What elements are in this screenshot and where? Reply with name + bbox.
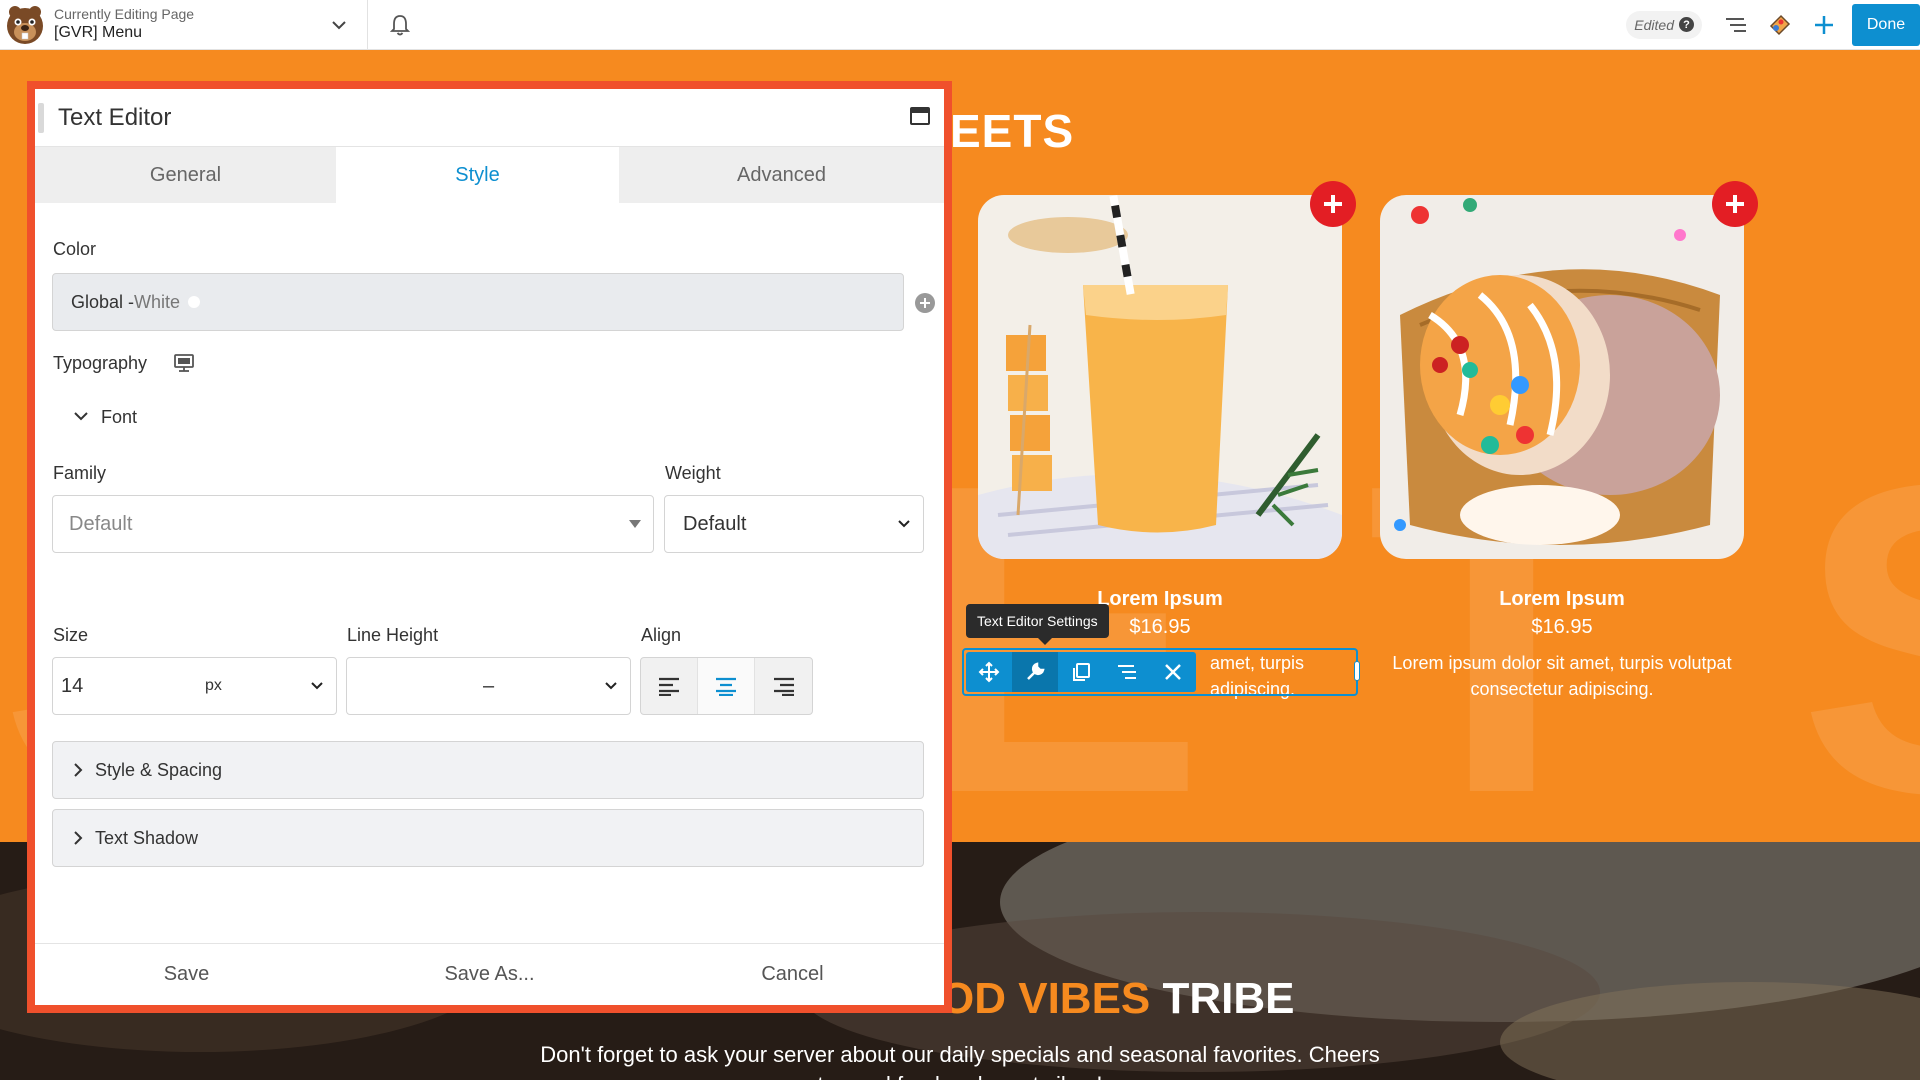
color-field[interactable]: Global - White <box>52 273 904 331</box>
add-content-plus-icon[interactable] <box>1802 3 1846 47</box>
add-color-plus-icon[interactable] <box>915 293 935 313</box>
chevron-down-icon[interactable] <box>73 409 89 427</box>
color-swatch <box>188 296 201 308</box>
card-2-name: Lorem Ipsum <box>1499 588 1625 610</box>
panel-tabs: General Style Advanced <box>35 147 944 203</box>
save-as-button[interactable]: Save As... <box>338 944 641 1005</box>
text-shadow-section[interactable]: Text Shadow <box>52 809 924 867</box>
align-right-icon[interactable] <box>755 658 812 714</box>
line-height-input[interactable]: – <box>346 657 631 715</box>
help-icon: ? <box>1679 17 1694 32</box>
ice-cream-image[interactable] <box>1380 195 1744 559</box>
align-center-icon[interactable] <box>698 658 755 714</box>
line-height-label: Line Height <box>347 625 439 645</box>
chevron-down-icon[interactable] <box>321 5 357 45</box>
font-family-select[interactable]: Default <box>52 495 654 553</box>
page-selector[interactable]: Currently Editing Page [GVR] Menu <box>0 0 368 50</box>
bell-icon[interactable] <box>382 5 418 45</box>
wrench-settings-icon[interactable] <box>1012 652 1058 692</box>
text-align-group <box>640 657 813 715</box>
outline-list-icon[interactable] <box>1714 3 1758 47</box>
style-spacing-label: Style & Spacing <box>95 759 223 780</box>
color-value-name: White <box>134 291 181 312</box>
font-size-value: 14 <box>61 674 84 697</box>
save-button[interactable]: Save <box>35 944 338 1005</box>
font-section-toggle[interactable]: Font <box>101 407 137 428</box>
add-to-cart-plus-icon[interactable] <box>1712 181 1758 227</box>
chevron-down-icon <box>311 682 323 690</box>
section-heading: EETS <box>950 105 1075 157</box>
color-label: Color <box>53 239 97 259</box>
align-left-icon[interactable] <box>641 658 698 714</box>
desktop-monitor-icon[interactable] <box>173 353 195 378</box>
themer-icon[interactable] <box>1758 3 1802 47</box>
edited-status-badge[interactable]: Edited ? <box>1626 10 1702 39</box>
tribe-heading-accent: OD VIBES <box>940 974 1163 1023</box>
font-family-value: Default <box>69 512 133 535</box>
font-weight-select[interactable]: Default <box>664 495 924 553</box>
card-2-price: $16.95 <box>1531 616 1593 638</box>
module-overlay-toolbar <box>966 652 1196 692</box>
typography-label: Typography <box>53 353 148 373</box>
font-size-input[interactable]: 14 px <box>52 657 337 715</box>
add-to-cart-plus-icon[interactable] <box>1310 181 1356 227</box>
close-icon[interactable] <box>1150 652 1196 692</box>
tab-general[interactable]: General <box>35 147 336 203</box>
tab-style[interactable]: Style <box>336 147 619 203</box>
panel-title: Text Editor <box>58 103 172 131</box>
align-label: Align <box>641 625 682 645</box>
smoothie-image[interactable] <box>978 195 1342 559</box>
settings-tooltip: Text Editor Settings <box>966 604 1109 645</box>
chevron-down-icon <box>898 520 910 528</box>
chevron-right-icon <box>73 830 83 846</box>
top-bar: Currently Editing Page [GVR] Menu Edited… <box>0 0 1920 50</box>
beaver-logo-icon <box>7 5 43 44</box>
color-value-prefix: Global - <box>71 291 135 312</box>
editing-page-title: [GVR] Menu <box>54 24 143 41</box>
card-2-desc: Lorem ipsum dolor sit amet, turpis volut… <box>1392 653 1732 699</box>
weight-label: Weight <box>665 463 721 483</box>
tab-advanced[interactable]: Advanced <box>619 147 944 203</box>
text-shadow-label: Text Shadow <box>95 827 199 848</box>
move-icon[interactable] <box>966 652 1012 692</box>
line-height-value: – <box>482 674 495 697</box>
editing-page-subtitle: Currently Editing Page <box>54 6 195 22</box>
panel-footer: Save Save As... Cancel <box>35 943 944 1005</box>
chevron-down-icon <box>605 682 617 690</box>
edited-status-text: Edited <box>1634 16 1674 33</box>
family-label: Family <box>53 463 106 483</box>
caret-down-icon <box>629 520 641 528</box>
done-button[interactable]: Done <box>1852 3 1920 46</box>
size-unit-select[interactable]: px <box>205 677 222 695</box>
maximize-icon[interactable] <box>910 107 930 125</box>
font-weight-value: Default <box>683 512 747 535</box>
chevron-right-icon <box>73 762 83 778</box>
resize-handle[interactable] <box>1354 661 1360 681</box>
tribe-description-line-1: Don't forget to ask your server about ou… <box>540 1042 1380 1067</box>
tribe-description: Don't forget to ask your server about ou… <box>460 1040 1460 1080</box>
drag-grip-icon[interactable] <box>38 102 44 133</box>
text-editor-settings-panel: Text Editor General Style Advanced Color… <box>27 81 952 1013</box>
tribe-description-line-2: to good food and great vibes! <box>460 1070 1460 1080</box>
panel-header[interactable]: Text Editor <box>35 89 944 147</box>
tribe-heading-suffix: TRIBE <box>1162 974 1295 1023</box>
size-label: Size <box>53 625 89 645</box>
outline-list-icon[interactable] <box>1104 652 1150 692</box>
cancel-button[interactable]: Cancel <box>641 944 944 1005</box>
duplicate-icon[interactable] <box>1058 652 1104 692</box>
tribe-heading: OD VIBES TRIBE <box>940 974 1295 1024</box>
style-spacing-section[interactable]: Style & Spacing <box>52 741 924 799</box>
